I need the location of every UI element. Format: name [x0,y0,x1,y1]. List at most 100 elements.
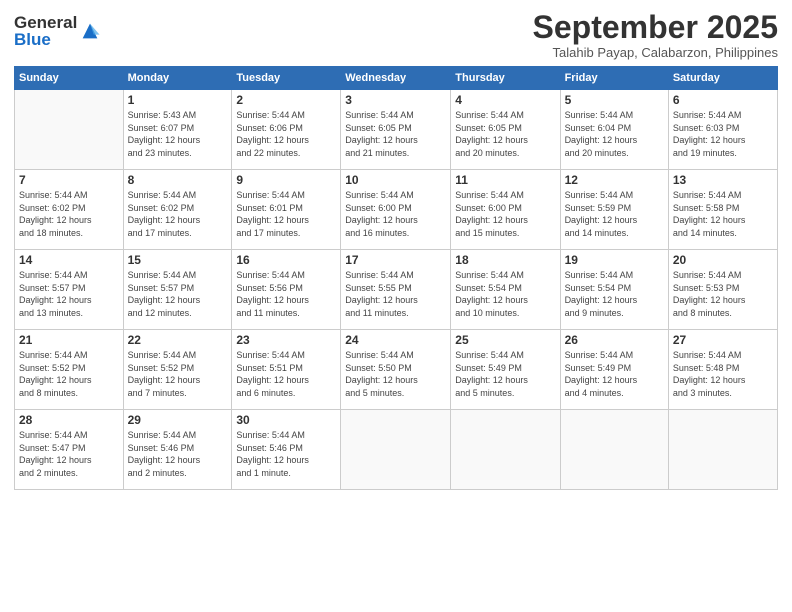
day-number: 5 [565,93,664,107]
day-info: Sunrise: 5:44 AM Sunset: 5:49 PM Dayligh… [455,349,555,399]
day-cell: 3 Sunrise: 5:44 AM Sunset: 6:05 PM Daylig… [341,90,451,170]
day-info: Sunrise: 5:44 AM Sunset: 5:53 PM Dayligh… [673,269,773,319]
day-info: Sunrise: 5:44 AM Sunset: 5:52 PM Dayligh… [128,349,228,399]
week-row-1: 7Sunrise: 5:44 AM Sunset: 6:02 PM Daylig… [15,170,778,250]
day-cell: 11 Sunrise: 5:44 AM Sunset: 6:00 PM Dayli… [451,170,560,250]
day-number: 23 [236,333,336,347]
day-cell: 1 Sunrise: 5:43 AM Sunset: 6:07 PM Daylig… [123,90,232,170]
day-info: Sunrise: 5:44 AM Sunset: 5:50 PM Dayligh… [345,349,446,399]
day-cell: 22 Sunrise: 5:44 AM Sunset: 5:52 PM Dayli… [123,330,232,410]
week-row-2: 14 Sunrise: 5:44 AM Sunset: 5:57 PM Dayli… [15,250,778,330]
day-cell [668,410,777,490]
day-cell: 26 Sunrise: 5:44 AM Sunset: 5:49 PM Dayli… [560,330,668,410]
day-info: Sunrise: 5:44 AM Sunset: 6:03 PM Dayligh… [673,109,773,159]
day-info: Sunrise: 5:43 AM Sunset: 6:07 PM Dayligh… [128,109,228,159]
day-number: 24 [345,333,446,347]
day-info: Sunrise: 5:44 AM Sunset: 5:58 PM Dayligh… [673,189,773,239]
week-row-4: 28Sunrise: 5:44 AM Sunset: 5:47 PM Dayli… [15,410,778,490]
day-number: 15 [128,253,228,267]
day-number: 13 [673,173,773,187]
day-number: 25 [455,333,555,347]
day-info: Sunrise: 5:44 AM Sunset: 6:02 PM Dayligh… [128,189,228,239]
day-number: 17 [345,253,446,267]
day-number: 19 [565,253,664,267]
logo-icon [79,20,101,42]
day-cell: 15 Sunrise: 5:44 AM Sunset: 5:57 PM Dayli… [123,250,232,330]
day-info: Sunrise: 5:44 AM Sunset: 5:54 PM Dayligh… [565,269,664,319]
day-info: Sunrise: 5:44 AM Sunset: 5:54 PM Dayligh… [455,269,555,319]
day-cell: 13 Sunrise: 5:44 AM Sunset: 5:58 PM Dayli… [668,170,777,250]
day-cell: 17 Sunrise: 5:44 AM Sunset: 5:55 PM Dayli… [341,250,451,330]
logo: General Blue [14,14,101,48]
day-info: Sunrise: 5:44 AM Sunset: 6:05 PM Dayligh… [455,109,555,159]
day-info: Sunrise: 5:44 AM Sunset: 6:05 PM Dayligh… [345,109,446,159]
day-cell: 9 Sunrise: 5:44 AM Sunset: 6:01 PM Daylig… [232,170,341,250]
day-info: Sunrise: 5:44 AM Sunset: 5:56 PM Dayligh… [236,269,336,319]
day-number: 9 [236,173,336,187]
subtitle: Talahib Payap, Calabarzon, Philippines [533,45,778,60]
day-cell: 5Sunrise: 5:44 AM Sunset: 6:04 PM Daylig… [560,90,668,170]
col-monday: Monday [123,67,232,90]
day-cell: 18 Sunrise: 5:44 AM Sunset: 5:54 PM Dayli… [451,250,560,330]
day-number: 4 [455,93,555,107]
day-cell [341,410,451,490]
day-number: 11 [455,173,555,187]
day-info: Sunrise: 5:44 AM Sunset: 6:06 PM Dayligh… [236,109,336,159]
day-cell [451,410,560,490]
day-number: 27 [673,333,773,347]
logo-general: General [14,14,77,31]
col-saturday: Saturday [668,67,777,90]
week-row-0: 1 Sunrise: 5:43 AM Sunset: 6:07 PM Daylig… [15,90,778,170]
col-wednesday: Wednesday [341,67,451,90]
day-cell: 20 Sunrise: 5:44 AM Sunset: 5:53 PM Dayli… [668,250,777,330]
day-number: 6 [673,93,773,107]
day-number: 22 [128,333,228,347]
day-info: Sunrise: 5:44 AM Sunset: 5:52 PM Dayligh… [19,349,119,399]
calendar-table: Sunday Monday Tuesday Wednesday Thursday… [14,66,778,490]
day-number: 1 [128,93,228,107]
logo-text: General Blue [14,14,77,48]
day-info: Sunrise: 5:44 AM Sunset: 6:02 PM Dayligh… [19,189,119,239]
calendar-header: Sunday Monday Tuesday Wednesday Thursday… [15,67,778,90]
day-cell: 21 Sunrise: 5:44 AM Sunset: 5:52 PM Dayli… [15,330,124,410]
day-number: 14 [19,253,119,267]
day-cell: 16 Sunrise: 5:44 AM Sunset: 5:56 PM Dayli… [232,250,341,330]
day-info: Sunrise: 5:44 AM Sunset: 6:01 PM Dayligh… [236,189,336,239]
day-number: 20 [673,253,773,267]
day-cell: 7Sunrise: 5:44 AM Sunset: 6:02 PM Daylig… [15,170,124,250]
day-info: Sunrise: 5:44 AM Sunset: 6:00 PM Dayligh… [455,189,555,239]
day-info: Sunrise: 5:44 AM Sunset: 5:55 PM Dayligh… [345,269,446,319]
day-number: 18 [455,253,555,267]
day-cell: 28Sunrise: 5:44 AM Sunset: 5:47 PM Dayli… [15,410,124,490]
day-cell: 2Sunrise: 5:44 AM Sunset: 6:06 PM Daylig… [232,90,341,170]
day-info: Sunrise: 5:44 AM Sunset: 5:46 PM Dayligh… [236,429,336,479]
day-info: Sunrise: 5:44 AM Sunset: 5:49 PM Dayligh… [565,349,664,399]
day-info: Sunrise: 5:44 AM Sunset: 5:51 PM Dayligh… [236,349,336,399]
day-cell: 12Sunrise: 5:44 AM Sunset: 5:59 PM Dayli… [560,170,668,250]
col-sunday: Sunday [15,67,124,90]
day-cell: 14Sunrise: 5:44 AM Sunset: 5:57 PM Dayli… [15,250,124,330]
day-cell: 25 Sunrise: 5:44 AM Sunset: 5:49 PM Dayli… [451,330,560,410]
week-row-3: 21 Sunrise: 5:44 AM Sunset: 5:52 PM Dayli… [15,330,778,410]
day-number: 26 [565,333,664,347]
day-cell: 4 Sunrise: 5:44 AM Sunset: 6:05 PM Daylig… [451,90,560,170]
day-info: Sunrise: 5:44 AM Sunset: 5:57 PM Dayligh… [128,269,228,319]
day-number: 10 [345,173,446,187]
day-number: 21 [19,333,119,347]
day-cell: 10Sunrise: 5:44 AM Sunset: 6:00 PM Dayli… [341,170,451,250]
calendar-body: 1 Sunrise: 5:43 AM Sunset: 6:07 PM Daylig… [15,90,778,490]
day-number: 16 [236,253,336,267]
day-cell: 6 Sunrise: 5:44 AM Sunset: 6:03 PM Daylig… [668,90,777,170]
month-title: September 2025 [533,10,778,45]
title-area: September 2025 Talahib Payap, Calabarzon… [533,10,778,60]
page: General Blue September 2025 Talahib Paya… [0,0,792,612]
header-row: Sunday Monday Tuesday Wednesday Thursday… [15,67,778,90]
day-number: 30 [236,413,336,427]
day-number: 3 [345,93,446,107]
day-cell: 19 Sunrise: 5:44 AM Sunset: 5:54 PM Dayli… [560,250,668,330]
day-cell: 24 Sunrise: 5:44 AM Sunset: 5:50 PM Dayli… [341,330,451,410]
day-number: 29 [128,413,228,427]
day-info: Sunrise: 5:44 AM Sunset: 5:47 PM Dayligh… [19,429,119,479]
col-friday: Friday [560,67,668,90]
day-info: Sunrise: 5:44 AM Sunset: 5:46 PM Dayligh… [128,429,228,479]
